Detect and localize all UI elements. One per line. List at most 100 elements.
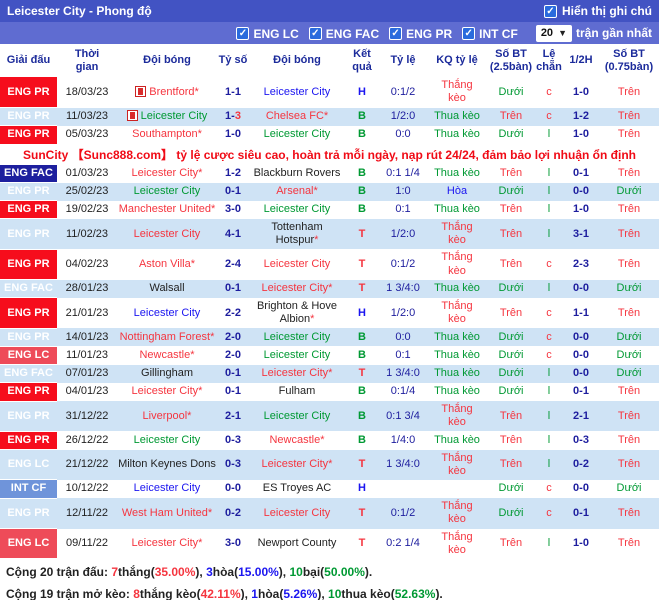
- title-bar: Leicester City - Phong độ ✓ Hiển thị ghi…: [0, 0, 659, 22]
- league-filters: ✓ENG LC ✓ENG FAC ✓ENG PR ✓INT CF: [236, 25, 527, 41]
- over-under-2-5: Dưới: [487, 77, 535, 107]
- result-letter: B: [345, 346, 379, 364]
- ad-banner[interactable]: SunCity 【Sunc888.com】 tỷ lệ cược siêu ca…: [0, 144, 659, 165]
- summary-footer: Cộng 20 trận đấu: 7thắng(35.00%), 3hòa(1…: [0, 559, 659, 600]
- filter-eng-pr[interactable]: ✓ENG PR: [389, 27, 452, 41]
- checkbox-checked-icon[interactable]: ✓: [309, 27, 322, 40]
- league-badge: ENG FAC: [0, 280, 57, 298]
- match-row: INT CF10/12/22Leicester City0-0ES Troyes…: [0, 480, 659, 498]
- result-letter: T: [345, 529, 379, 559]
- result-letter: B: [345, 108, 379, 126]
- handicap-odds: [379, 480, 427, 498]
- half-score: 2-1: [563, 401, 599, 431]
- league-badge: ENG PR: [0, 77, 57, 107]
- favorite-star: *: [198, 385, 202, 397]
- match-score: 0-1: [217, 365, 249, 383]
- filter-eng-lc[interactable]: ✓ENG LC: [236, 27, 298, 41]
- handicap-odds: 0:1/2: [379, 498, 427, 528]
- odd-even: l: [535, 401, 563, 431]
- away-team: Leicester City*: [249, 280, 345, 298]
- home-team: Manchester United*: [117, 201, 217, 219]
- home-team: Southampton*: [117, 126, 217, 144]
- checkbox-checked-icon[interactable]: ✓: [236, 27, 249, 40]
- checkbox-checked-icon[interactable]: ✓: [544, 5, 557, 18]
- match-date: 01/03/23: [57, 165, 117, 183]
- odd-even: c: [535, 498, 563, 528]
- match-row: ENG LC21/12/22Milton Keynes Dons0-3Leice…: [0, 450, 659, 480]
- match-date: 11/02/23: [57, 219, 117, 249]
- odd-even: c: [535, 298, 563, 328]
- checkbox-checked-icon[interactable]: ✓: [462, 27, 475, 40]
- match-date: 04/02/23: [57, 249, 117, 279]
- over-under-0-75: Trên: [599, 219, 659, 249]
- table-header-row: Giải đấuThờigianĐội bóngTỷ sốĐội bóngKết…: [0, 44, 659, 77]
- show-notes-toggle[interactable]: ✓ Hiển thị ghi chú: [544, 4, 652, 18]
- result-letter: T: [345, 450, 379, 480]
- league-badge: ENG PR: [0, 383, 57, 401]
- match-date: 11/01/23: [57, 346, 117, 364]
- handicap-result: Thua kèo: [427, 383, 487, 401]
- over-under-2-5: Trên: [487, 108, 535, 126]
- handicap-result: Thắngkèo: [427, 401, 487, 431]
- over-under-0-75: Dưới: [599, 328, 659, 346]
- handicap-result: Thua kèo: [427, 365, 487, 383]
- over-under-0-75: Dưới: [599, 480, 659, 498]
- over-under-0-75: Dưới: [599, 365, 659, 383]
- handicap-result: Thua kèo: [427, 280, 487, 298]
- over-under-2-5: Trên: [487, 165, 535, 183]
- league-badge: ENG LC: [0, 346, 57, 364]
- over-under-0-75: Trên: [599, 431, 659, 449]
- result-letter: T: [345, 280, 379, 298]
- filter-int-cf[interactable]: ✓INT CF: [462, 27, 518, 41]
- match-score: 0-3: [217, 431, 249, 449]
- over-under-2-5: Dưới: [487, 183, 535, 201]
- handicap-odds: 1/4:0: [379, 431, 427, 449]
- favorite-star: *: [320, 434, 324, 446]
- odd-even: l: [535, 383, 563, 401]
- handicap-odds: 0:1/2: [379, 77, 427, 107]
- match-score: 0-1: [217, 280, 249, 298]
- over-under-0-75: Trên: [599, 383, 659, 401]
- home-team: Nottingham Forest*: [117, 328, 217, 346]
- away-team: Leicester City: [249, 346, 345, 364]
- home-team: Walsall: [117, 280, 217, 298]
- match-date: 25/02/23: [57, 183, 117, 201]
- over-under-2-5: Trên: [487, 201, 535, 219]
- match-date: 05/03/23: [57, 126, 117, 144]
- away-team: Arsenal*: [249, 183, 345, 201]
- home-team: Leicester City: [117, 108, 217, 126]
- column-header: Số BT(0.75bàn): [599, 44, 659, 77]
- odd-even: l: [535, 219, 563, 249]
- recent-count-select[interactable]: 20 ▼: [536, 25, 572, 42]
- handicap-result: Thua kèo: [427, 108, 487, 126]
- checkbox-checked-icon[interactable]: ✓: [389, 27, 402, 40]
- over-under-0-75: Trên: [599, 108, 659, 126]
- odd-even: c: [535, 249, 563, 279]
- odd-even: l: [535, 365, 563, 383]
- match-date: 21/01/23: [57, 298, 117, 328]
- page-title: Leicester City - Phong độ: [7, 4, 152, 18]
- home-team: Leicester City*: [117, 165, 217, 183]
- over-under-2-5: Dưới: [487, 498, 535, 528]
- match-row: ENG PR26/12/22Leicester City0-3Newcastle…: [0, 431, 659, 449]
- match-score: 1-2: [217, 165, 249, 183]
- match-row: ENG PR14/01/23Nottingham Forest*2-0Leice…: [0, 328, 659, 346]
- filter-eng-fac[interactable]: ✓ENG FAC: [309, 27, 379, 41]
- home-team: Leicester City*: [117, 383, 217, 401]
- favorite-star: *: [328, 282, 332, 294]
- league-badge: ENG PR: [0, 498, 57, 528]
- league-badge: ENG FAC: [0, 365, 57, 383]
- match-row: ENG LC09/11/22Leicester City*3-0Newport …: [0, 529, 659, 559]
- match-date: 26/12/22: [57, 431, 117, 449]
- match-row: ENG LC11/01/23Newcastle*2-0Leicester Cit…: [0, 346, 659, 364]
- match-row: ENG PR25/02/23Leicester City0-1Arsenal*B…: [0, 183, 659, 201]
- half-score: 0-1: [563, 498, 599, 528]
- odd-even: l: [535, 126, 563, 144]
- away-team: Chelsea FC*: [249, 108, 345, 126]
- home-team: Brentford*: [117, 77, 217, 107]
- column-header: Lệchẵn: [535, 44, 563, 77]
- match-score: 2-4: [217, 249, 249, 279]
- result-letter: H: [345, 77, 379, 107]
- away-team: Fulham: [249, 383, 345, 401]
- home-team: Leicester City: [117, 298, 217, 328]
